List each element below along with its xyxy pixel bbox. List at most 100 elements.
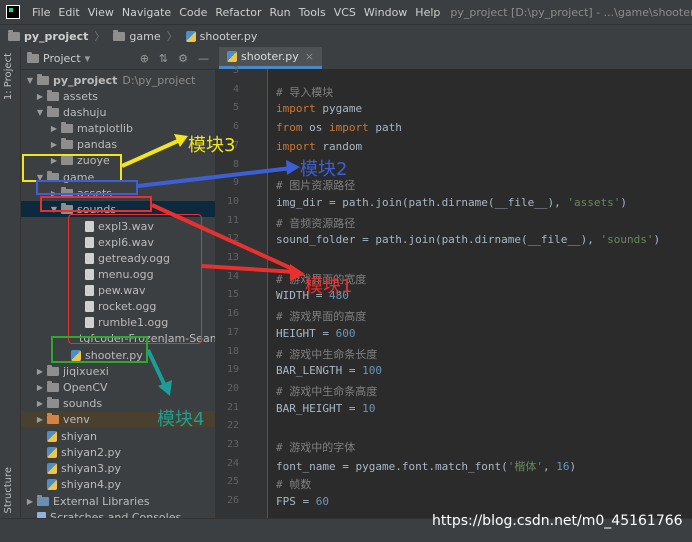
code-line[interactable]: # 导入模块 xyxy=(276,84,333,100)
locate-icon[interactable]: ⊕ xyxy=(140,52,149,65)
menu-edit[interactable]: Edit xyxy=(54,6,83,19)
code-line[interactable]: # 帧数 xyxy=(276,476,311,492)
line-number: 3 xyxy=(232,65,239,76)
breadcrumb-item-py-project[interactable]: py_project 〉 xyxy=(8,28,105,44)
menu-code[interactable]: Code xyxy=(175,6,211,19)
collapse-icon[interactable]: ⇅ xyxy=(159,52,168,65)
folder-icon xyxy=(61,121,73,133)
python-file-icon xyxy=(47,446,57,458)
module1-label: 模块1 xyxy=(305,276,353,297)
line-number: 24 xyxy=(226,457,239,469)
project-panel-title[interactable]: Project xyxy=(43,52,81,65)
chevron-right-icon[interactable]: ▶ xyxy=(35,383,45,392)
line-number: 23 xyxy=(226,439,239,450)
breadcrumb-item-game[interactable]: game 〉 xyxy=(113,28,178,44)
menu-window[interactable]: Window xyxy=(360,6,411,19)
line-number: 21 xyxy=(226,401,239,413)
code-line[interactable]: # 游戏界面的高度 xyxy=(276,308,366,324)
code-line[interactable]: FPS = 60 xyxy=(276,495,329,508)
code-line[interactable]: BAR_HEIGHT = 10 xyxy=(276,402,375,415)
project-panel-header: Project ▾ ⊕ ⇅ ⚙ — xyxy=(21,47,215,70)
folder-icon xyxy=(47,412,59,424)
code-line[interactable]: # 游戏中生命条高度 xyxy=(276,383,377,399)
folder-icon xyxy=(37,73,49,85)
code-line[interactable]: import pygame xyxy=(276,102,362,115)
tree-item[interactable]: shiyan3.py xyxy=(21,460,229,476)
folder-icon xyxy=(47,89,59,101)
breadcrumb-item-shooter[interactable]: shooter.py xyxy=(185,30,257,43)
tree-item[interactable]: ▼ dashuju xyxy=(21,104,229,120)
code-line[interactable]: import random xyxy=(276,140,362,153)
chevron-right-icon[interactable]: ▶ xyxy=(49,124,59,133)
code-line[interactable]: sound_folder = path.join(path.dirname(__… xyxy=(276,233,660,246)
chevron-down-icon[interactable]: ▼ xyxy=(25,76,35,85)
menu-help[interactable]: Help xyxy=(411,6,444,19)
chevron-right-icon[interactable]: ▶ xyxy=(35,415,45,424)
code-line[interactable]: # 游戏中生命条长度 xyxy=(276,346,377,362)
tree-item[interactable]: ▶ External Libraries xyxy=(21,493,219,509)
folder-icon xyxy=(47,380,59,392)
tree-item-label: OpenCV xyxy=(63,380,108,394)
tree-item[interactable]: shiyan4.py xyxy=(21,476,229,492)
tree-item[interactable]: ▶ OpenCV xyxy=(21,379,229,395)
line-number: 12 xyxy=(226,233,239,245)
menu-navigate[interactable]: Navigate xyxy=(118,6,175,19)
chevron-down-icon[interactable]: ▾ xyxy=(85,52,91,65)
chevron-right-icon[interactable]: ▶ xyxy=(49,140,59,149)
tree-item[interactable]: ▶ jiqixuexi xyxy=(21,363,229,379)
tree-item[interactable]: shiyan2.py xyxy=(21,444,229,460)
code-line[interactable]: font_name = pygame.font.match_font('楷体',… xyxy=(276,458,576,474)
code-line[interactable]: img_dir = path.join(path.dirname(__file_… xyxy=(276,196,627,209)
line-number: 20 xyxy=(226,382,239,394)
left-tool-strip: 1: Project Z: Structure xyxy=(0,47,21,541)
chevron-down-icon[interactable]: ▼ xyxy=(35,108,45,117)
close-icon[interactable]: × xyxy=(305,50,314,63)
line-number: 9 xyxy=(232,177,239,189)
line-number: 13 xyxy=(226,252,239,263)
module4-label: 模块4 xyxy=(157,409,205,430)
tree-item[interactable]: ▼ py_project D:\py_project xyxy=(21,72,219,88)
menu-run[interactable]: Run xyxy=(266,6,295,19)
tree-item[interactable]: ▶ assets xyxy=(21,88,229,104)
code-line[interactable]: from os import path xyxy=(276,121,402,134)
python-file-icon xyxy=(47,462,57,474)
folder-icon xyxy=(47,105,59,117)
editor-tab-bar: shooter.py × xyxy=(215,47,692,70)
menu-tools[interactable]: Tools xyxy=(295,6,330,19)
breadcrumb: py_project 〉 game 〉 shooter.py xyxy=(0,24,692,48)
tree-item-label: jiqixuexi xyxy=(63,364,109,378)
gear-icon[interactable]: ⚙ xyxy=(178,52,188,65)
module2-label: 模块2 xyxy=(300,159,348,180)
menu-vcs[interactable]: VCS xyxy=(330,6,360,19)
menu-file[interactable]: File xyxy=(28,6,54,19)
menu-view[interactable]: View xyxy=(84,6,118,19)
tree-item-label: dashuju xyxy=(63,105,107,119)
project-tool-tab[interactable]: 1: Project xyxy=(3,53,14,100)
chevron-right-icon[interactable]: ▶ xyxy=(35,92,45,101)
watermark: https://blog.csdn.net/m0_45161766 xyxy=(432,513,683,529)
module1-box-files xyxy=(68,214,202,344)
tree-item-label: shiyan xyxy=(61,429,97,443)
line-number: 5 xyxy=(232,102,239,114)
code-line[interactable]: # 游戏中的字体 xyxy=(276,439,355,455)
code-line[interactable]: HEIGHT = 600 xyxy=(276,327,355,340)
python-file-icon xyxy=(47,430,57,442)
module1-box-sounds xyxy=(40,196,152,212)
tree-item-label: assets xyxy=(63,89,99,103)
project-view-icon xyxy=(27,51,39,63)
window-title: py_project [D:\py_project] - ...\game\sh… xyxy=(450,5,692,19)
line-number: 22 xyxy=(226,420,239,432)
chevron-right-icon[interactable]: ▶ xyxy=(35,367,45,376)
line-number: 19 xyxy=(226,364,239,376)
menu-refactor[interactable]: Refactor xyxy=(211,6,265,19)
line-number: 10 xyxy=(226,195,239,207)
code-line[interactable]: BAR_LENGTH = 100 xyxy=(276,364,382,377)
code-line[interactable]: # 音频资源路径 xyxy=(276,215,355,231)
folder-icon xyxy=(47,396,59,408)
tree-item-label: shiyan2.py xyxy=(61,445,121,459)
chevron-right-icon[interactable]: ▶ xyxy=(35,399,45,408)
line-number: 15 xyxy=(226,289,239,301)
minimize-icon[interactable]: — xyxy=(198,52,209,65)
menu-bar: File Edit View Navigate Code Refactor Ru… xyxy=(0,0,692,24)
chevron-right-icon[interactable]: ▶ xyxy=(25,497,35,506)
